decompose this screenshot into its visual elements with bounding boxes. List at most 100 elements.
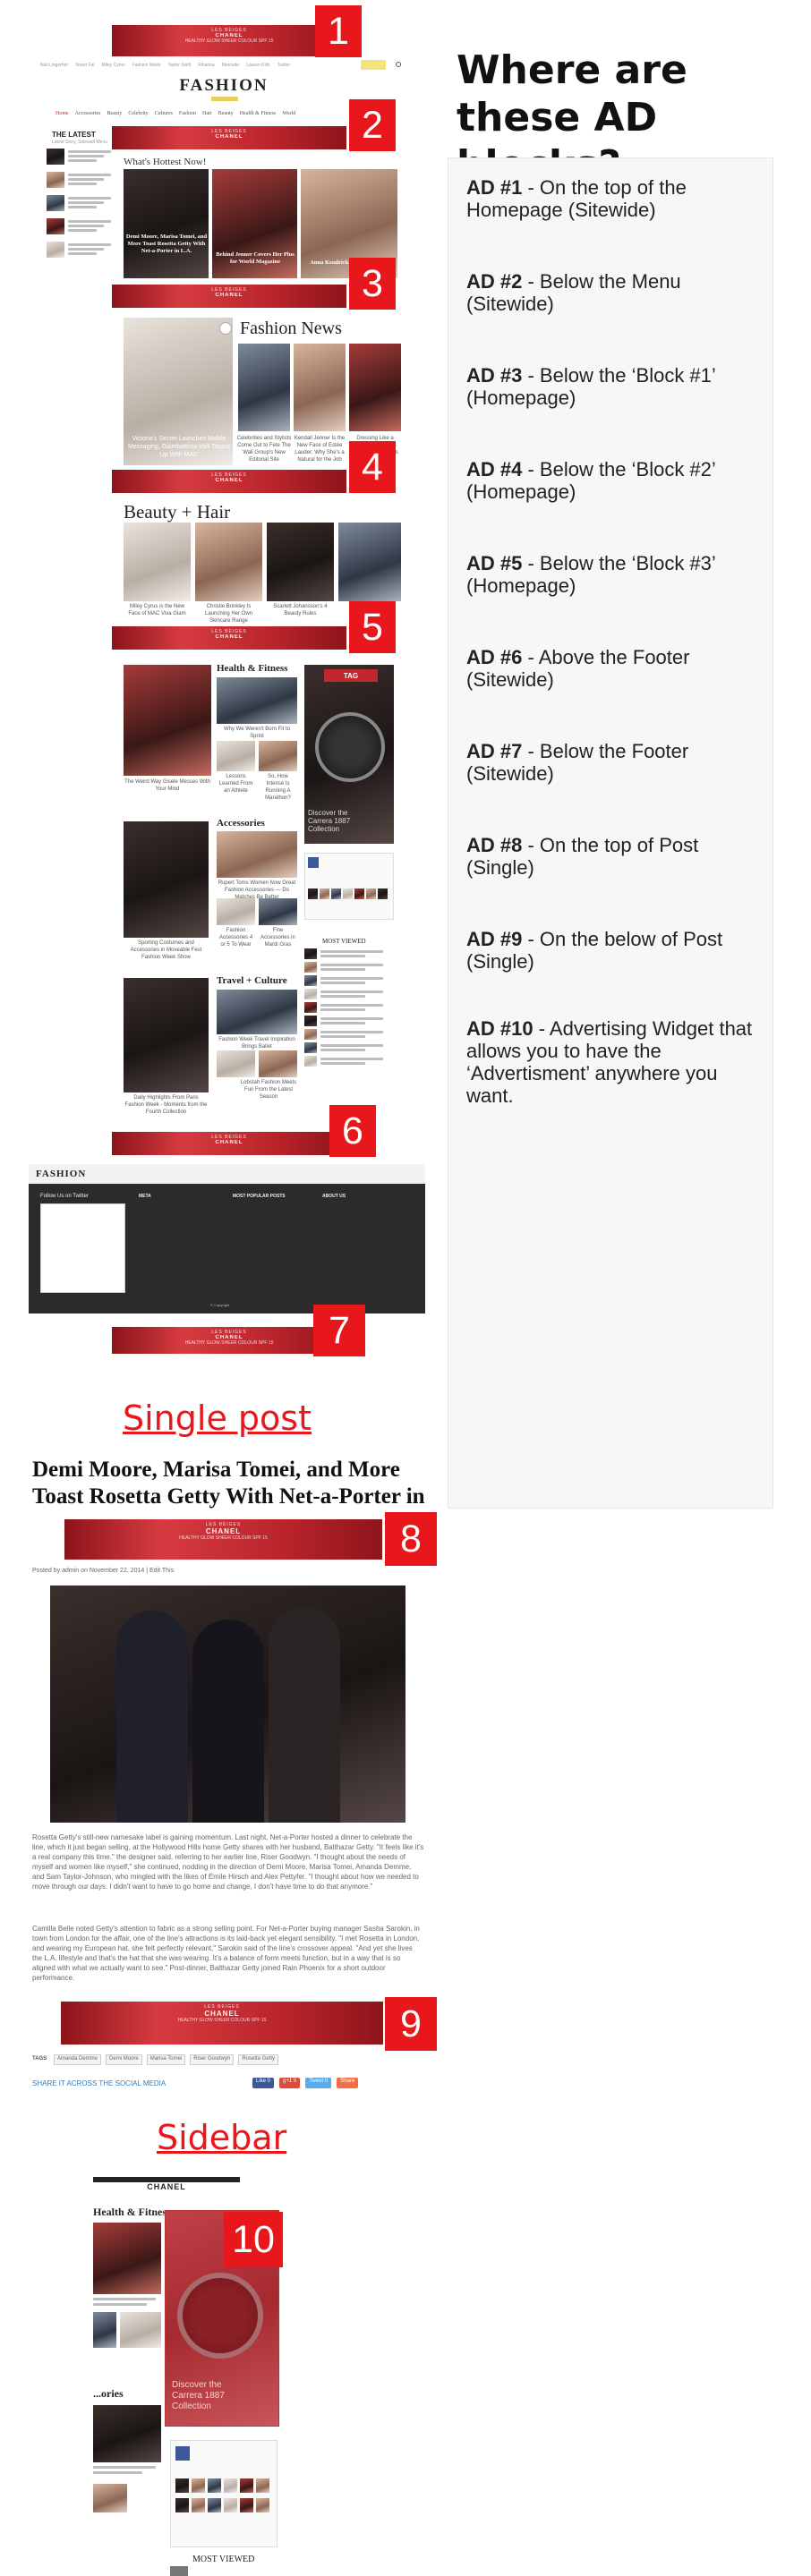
latest-item[interactable] [47,195,114,215]
ad-list-label: AD #2 [466,270,523,293]
most-viewed-item[interactable] [304,1056,394,1067]
share-button[interactable]: g+1 0 [279,2078,301,2088]
top-nav-link[interactable]: Mercede [222,63,239,68]
most-viewed-item[interactable] [304,1042,394,1054]
menu-item[interactable]: Hair [202,111,212,120]
latest-text-line [68,183,97,185]
top-nav-link[interactable]: Street Fai [75,63,95,68]
share-button[interactable]: Tweet 0 [305,2078,332,2088]
latest-item[interactable] [47,218,114,238]
top-nav-link[interactable]: Miley Cyrus [102,63,125,68]
menu-item[interactable]: Beauty [218,111,234,120]
beauty-caption-3: Scarlett Johansson's 4 Beauty Rules [273,604,328,616]
latest-item[interactable] [47,242,114,261]
fb-logo-icon [308,857,319,868]
health-thumb-3[interactable] [259,741,297,771]
post-tag[interactable]: Riser Goodwyn [190,2054,235,2065]
fb-face [331,888,341,899]
post-tag[interactable]: Marisa Tomei [146,2054,186,2065]
beauty-thumb-4[interactable] [338,523,401,601]
most-viewed-item[interactable] [304,1029,394,1041]
hot-image-1[interactable] [124,169,209,278]
ad-banner-2[interactable]: LES BEIGES CHANEL [112,126,346,149]
sidebar-most-viewed: MOST VIEWED [192,2555,255,2564]
post-tag[interactable]: Amanda Demme [54,2054,102,2065]
fn-thumb-3[interactable] [349,344,401,431]
footer-logo[interactable]: FASHION [36,1169,86,1179]
acc-thumb-1[interactable] [217,831,297,878]
ad-banner-3[interactable]: LES BEIGES CHANEL [112,285,346,308]
sidebar-thumb-5[interactable] [93,2484,127,2512]
acc-thumb-2[interactable] [217,898,255,925]
health-title: Health & Fitness [217,663,288,674]
share-link[interactable]: SHARE IT ACROSS THE SOCIAL MEDIA [32,2079,166,2087]
most-viewed-item[interactable] [304,975,394,987]
sidebar-thumb-4[interactable] [93,2405,161,2462]
sidebar-thumb-1[interactable] [93,2223,161,2294]
ad-banner-1[interactable]: LES BEIGES CHANEL HEALTHY GLOW SHEER COLOU… [112,25,346,56]
fb-face [378,888,388,899]
beauty-thumb-1[interactable] [124,523,191,601]
menu-item[interactable]: Beauty [107,111,122,120]
most-viewed-thumb [304,1056,317,1067]
most-viewed-item[interactable] [304,989,394,1000]
ad-banner-4[interactable]: LES BEIGES CHANEL [112,470,346,493]
latest-text-line [68,220,111,223]
beauty-thumb-2[interactable] [195,523,262,601]
most-viewed-text [320,1062,365,1065]
ad-banner-9[interactable]: LES BEIGES CHANEL HEALTHY GLOW SHEER COLOU… [61,2002,383,2045]
sidebar-thumb-2[interactable] [93,2312,116,2348]
menu-item[interactable]: Celebrity [128,111,148,120]
most-viewed-text [320,1004,383,1007]
health-thumb-1[interactable] [217,677,297,724]
most-viewed-item[interactable] [304,962,394,973]
most-viewed-item[interactable] [304,1002,394,1014]
top-nav-link[interactable]: Twitter [277,63,291,68]
ad-banner-8[interactable]: LES BEIGES CHANEL HEALTHY GLOW SHEER COLOU… [64,1519,382,1560]
search-icon[interactable] [396,62,401,67]
acc-big[interactable] [124,821,209,938]
menu-item[interactable]: Home [55,111,69,120]
ad-banner-7[interactable]: LES BEIGES CHANEL HEALTHY GLOW SHEER COLOU… [112,1327,346,1354]
ad-banner-5[interactable]: LES BEIGES CHANEL [112,626,346,650]
menu-item[interactable]: Fashion [179,111,196,120]
latest-thumb [47,149,64,165]
share-button[interactable]: Share [337,2078,359,2088]
most-viewed-text [320,1031,383,1033]
fb-face [320,888,329,899]
sidebar-ad-strip[interactable]: CHANEL [93,2177,240,2197]
post-image-figure-1 [116,1611,188,1823]
top-nav-link[interactable]: Nail Lingerhet [40,63,68,68]
top-nav-link[interactable]: Lauren Kilts [246,63,269,68]
ad-banner-6[interactable]: LES BEIGES CHANEL [112,1132,346,1155]
sidebar-thumb-3[interactable] [120,2312,161,2348]
travel-thumb-3[interactable] [259,1050,297,1077]
site-logo[interactable]: FASHION [179,76,269,96]
sidebar-text-1 [93,2298,156,2300]
menu-item[interactable]: World [282,111,295,120]
top-nav-link[interactable]: Taylor Swift [168,63,192,68]
post-tag[interactable]: Demi Moore [106,2054,142,2065]
fn-thumb-2[interactable] [294,344,346,431]
travel-thumb-1[interactable] [217,990,297,1034]
fn-thumb-1[interactable] [238,344,290,431]
acc-thumb-3[interactable] [259,898,297,925]
travel-big[interactable] [124,978,209,1092]
share-button[interactable]: Like 0 [252,2078,275,2088]
beauty-thumb-3[interactable] [267,523,334,601]
menu-item[interactable]: Health & Fitness [240,111,277,120]
top-nav-link[interactable]: Rihanna [198,63,215,68]
fb-face [175,2497,189,2512]
top-nav-link[interactable]: Fashion Week [132,63,161,68]
latest-item[interactable] [47,149,114,168]
latest-item[interactable] [47,172,114,191]
travel-thumb-2[interactable] [217,1050,255,1077]
menu-item[interactable]: Accessories [75,111,101,120]
badge-4: 4 [349,441,396,493]
health-thumb-2[interactable] [217,741,255,771]
post-tag[interactable]: Rosetta Getty [238,2054,278,2065]
most-viewed-item[interactable] [304,1016,394,1027]
menu-item[interactable]: Cultures [155,111,173,120]
health-big[interactable] [124,665,211,776]
most-viewed-item[interactable] [304,948,394,960]
